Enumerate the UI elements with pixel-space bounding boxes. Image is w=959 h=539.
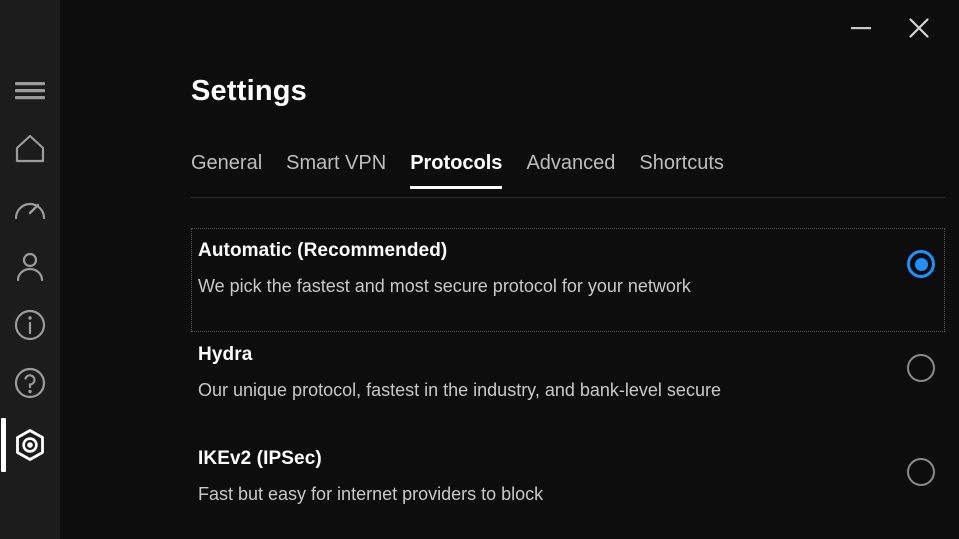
page-title: Settings [191,75,307,107]
protocol-option-ikev2[interactable]: IKEv2 (IPSec) Fast but easy for internet… [191,436,945,539]
window-controls [839,0,959,58]
settings-window: Settings General Smart VPN Protocols Adv… [0,0,959,539]
protocol-text-group: Hydra Our unique protocol, fastest in th… [195,344,721,401]
protocol-options-list: Automatic (Recommended) We pick the fast… [191,228,945,539]
sidebar-nav [0,0,60,539]
radio-hydra[interactable] [907,354,935,382]
protocol-name: Hydra [198,344,253,365]
tab-shortcuts[interactable]: Shortcuts [639,152,723,189]
sidebar-item-settings[interactable] [0,416,60,474]
protocol-description: We pick the fastest and most secure prot… [198,276,691,296]
gear-hexagon-icon [12,428,48,462]
protocol-name: Automatic (Recommended) [198,240,448,261]
sidebar-item-menu[interactable] [0,62,60,120]
tab-divider [191,197,945,198]
question-circle-icon [13,366,47,400]
close-button[interactable] [897,9,941,49]
protocol-text-group: Automatic (Recommended) We pick the fast… [195,240,691,297]
protocol-name: IKEv2 (IPSec) [198,448,322,469]
tab-protocols[interactable]: Protocols [410,152,503,189]
person-icon [14,251,46,283]
info-circle-icon [13,308,47,342]
radio-ikev2[interactable] [907,458,935,486]
sidebar-item-speed[interactable] [0,180,60,238]
speedometer-icon [13,193,47,225]
close-icon [908,17,930,42]
tab-advanced[interactable]: Advanced [526,152,615,189]
sidebar-item-help[interactable] [0,354,60,412]
protocol-option-automatic[interactable]: Automatic (Recommended) We pick the fast… [191,228,945,332]
radio-automatic[interactable] [907,250,935,278]
sidebar-item-info[interactable] [0,296,60,354]
protocol-description: Our unique protocol, fastest in the indu… [198,380,721,400]
minimize-icon [850,21,872,38]
tab-smart-vpn[interactable]: Smart VPN [286,152,386,189]
main-content: Settings General Smart VPN Protocols Adv… [60,0,959,539]
sidebar-item-home[interactable] [0,120,60,178]
protocol-description: Fast but easy for internet providers to … [198,484,544,504]
tab-general[interactable]: General [191,152,262,189]
radio-dot-icon [914,257,928,271]
protocol-option-hydra[interactable]: Hydra Our unique protocol, fastest in th… [191,332,945,436]
minimize-button[interactable] [839,9,883,49]
settings-tab-bar: General Smart VPN Protocols Advanced Sho… [191,152,945,189]
hamburger-menu-icon [14,79,46,103]
sidebar-item-account[interactable] [0,238,60,296]
home-icon [13,133,47,165]
protocol-text-group: IKEv2 (IPSec) Fast but easy for internet… [195,448,543,505]
